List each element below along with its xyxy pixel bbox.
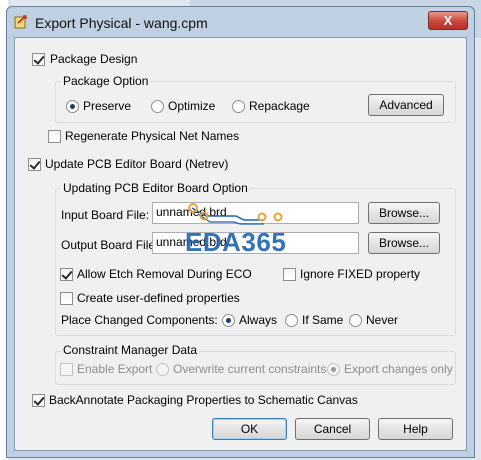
never-radio[interactable] bbox=[349, 314, 362, 327]
close-button[interactable]: X bbox=[428, 11, 468, 30]
regenerate-net-names-label: Regenerate Physical Net Names bbox=[65, 129, 240, 143]
export-changes-label: Export changes only bbox=[344, 362, 453, 376]
optimize-label: Optimize bbox=[168, 99, 216, 113]
always-radio[interactable] bbox=[222, 314, 235, 327]
repackage-radio[interactable] bbox=[232, 100, 245, 113]
update-pcb-checkbox[interactable] bbox=[28, 158, 41, 171]
input-browse-button[interactable]: Browse... bbox=[368, 202, 440, 224]
repackage-label: Repackage bbox=[249, 99, 310, 113]
regenerate-net-names-checkbox[interactable] bbox=[48, 130, 61, 143]
constraint-manager-title: Constraint Manager Data bbox=[61, 343, 200, 357]
ignore-fixed-checkbox[interactable] bbox=[283, 268, 296, 281]
help-button[interactable]: Help bbox=[378, 418, 453, 440]
user-defined-label: Create user-defined properties bbox=[77, 291, 240, 305]
package-design-label: Package Design bbox=[50, 52, 138, 66]
overwrite-constraints-radio[interactable] bbox=[156, 363, 169, 376]
output-browse-button[interactable]: Browse... bbox=[368, 232, 440, 254]
package-design-checkbox[interactable] bbox=[32, 53, 45, 66]
input-board-label: Input Board File: bbox=[61, 208, 150, 222]
if-same-radio[interactable] bbox=[285, 314, 298, 327]
enable-export-label: Enable Export bbox=[77, 362, 153, 376]
advanced-button[interactable]: Advanced bbox=[368, 94, 444, 116]
if-same-label: If Same bbox=[302, 313, 344, 327]
title-bar: Export Physical - wang.cpm X bbox=[7, 7, 474, 37]
enable-export-checkbox[interactable] bbox=[60, 363, 73, 376]
watermark-text: EDA365 bbox=[185, 227, 287, 257]
backannotate-label: BackAnnotate Packaging Properties to Sch… bbox=[49, 393, 358, 407]
window-title: Export Physical - wang.cpm bbox=[35, 15, 208, 31]
pcb-option-title: Updating PCB Editor Board Option bbox=[61, 181, 250, 195]
preserve-radio[interactable] bbox=[66, 100, 79, 113]
overwrite-constraints-label: Overwrite current constraints bbox=[173, 362, 327, 376]
ignore-fixed-label: Ignore FIXED property bbox=[300, 267, 421, 281]
watermark-circuit-icon bbox=[188, 203, 283, 225]
update-pcb-label: Update PCB Editor Board (Netrev) bbox=[45, 157, 229, 171]
allow-etch-checkbox[interactable] bbox=[60, 268, 73, 281]
export-app-icon bbox=[14, 15, 27, 29]
place-changed-label: Place Changed Components: bbox=[61, 313, 218, 327]
cancel-button[interactable]: Cancel bbox=[295, 418, 370, 440]
export-changes-radio[interactable] bbox=[327, 363, 340, 376]
backannotate-checkbox[interactable] bbox=[32, 394, 45, 407]
package-option-title: Package Option bbox=[61, 74, 151, 88]
user-defined-checkbox[interactable] bbox=[60, 292, 73, 305]
output-board-label: Output Board File: bbox=[61, 238, 159, 252]
always-label: Always bbox=[239, 313, 278, 327]
allow-etch-label: Allow Etch Removal During ECO bbox=[77, 267, 252, 281]
never-label: Never bbox=[366, 313, 399, 327]
ok-button[interactable]: OK bbox=[212, 418, 287, 440]
optimize-radio[interactable] bbox=[151, 100, 164, 113]
preserve-label: Preserve bbox=[83, 99, 132, 113]
